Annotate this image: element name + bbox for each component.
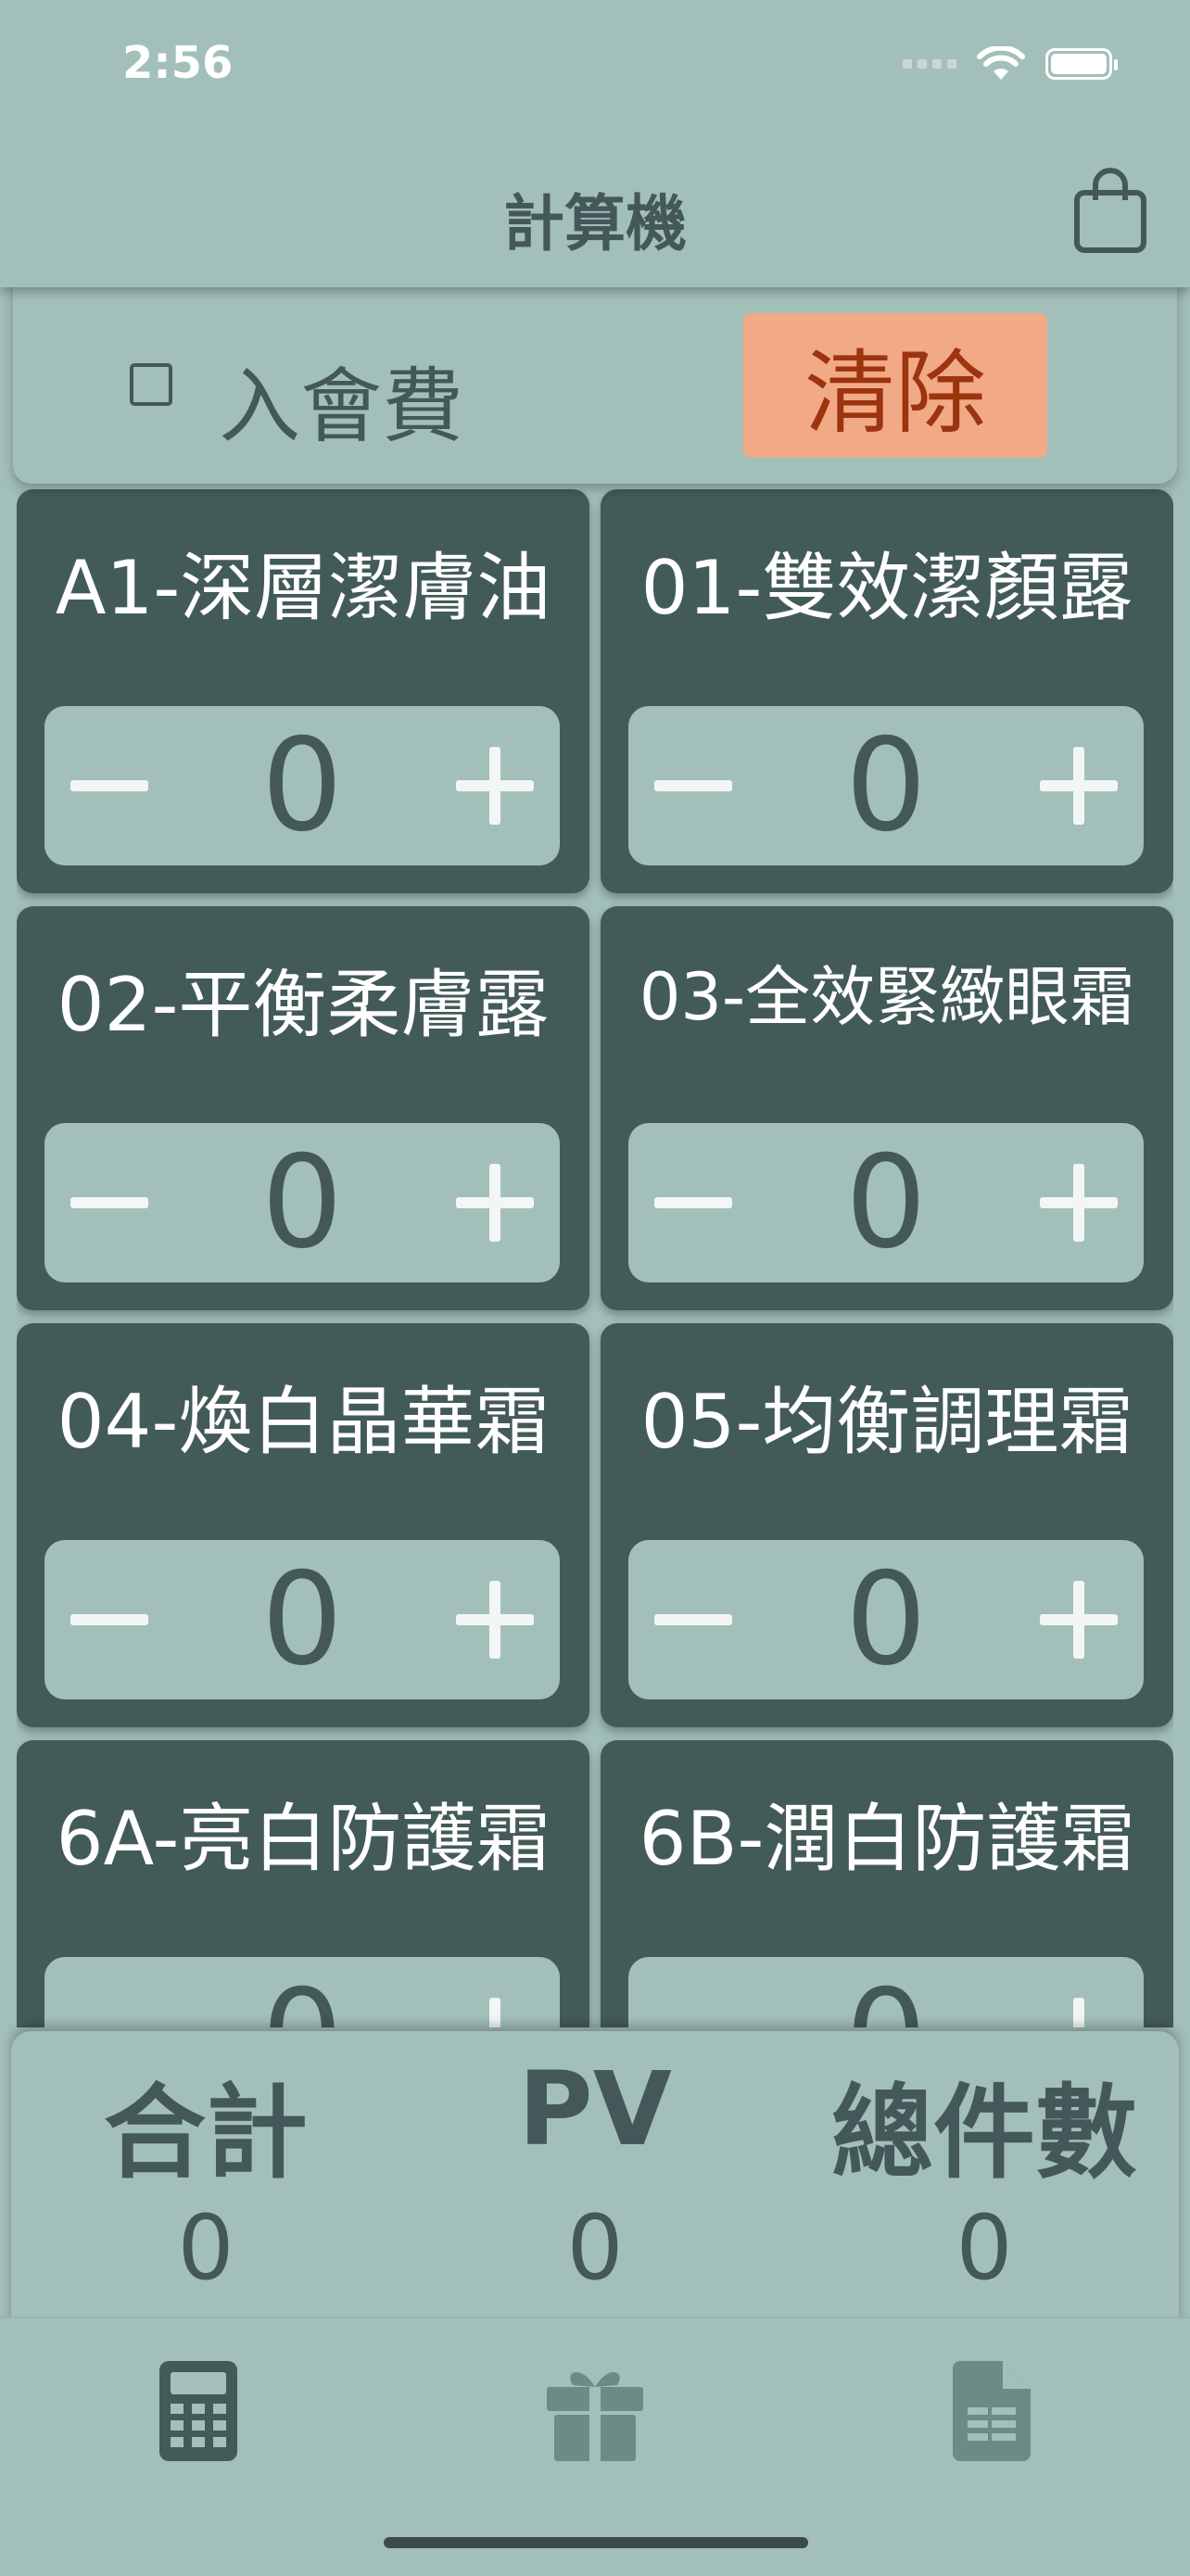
plus-icon[interactable]: [456, 1164, 534, 1242]
quantity-stepper: 0: [44, 1957, 560, 2027]
plus-icon[interactable]: [456, 1581, 534, 1659]
tab-gift[interactable]: [397, 2346, 793, 2476]
shopping-bag-icon[interactable]: [1073, 167, 1147, 254]
total-count-label: 總件數: [831, 2074, 1137, 2192]
product-name: 6A-亮白防護霜: [56, 1796, 551, 1882]
page-title: 計算機: [503, 188, 687, 259]
product-card: 03-全效緊緻眼霜 0: [601, 906, 1173, 1310]
status-time: 2:56: [122, 37, 234, 89]
wifi-icon: [977, 46, 1025, 80]
tab-document[interactable]: [793, 2346, 1190, 2476]
product-name: 04-煥白晶華霜: [57, 1379, 550, 1465]
total-count-value: 0: [956, 2196, 1013, 2300]
product-name: 01-雙效潔顏露: [640, 545, 1133, 631]
product-name: 02-平衡柔膚露: [57, 962, 550, 1048]
total-amount-label: 合計: [104, 2074, 308, 2192]
quantity-stepper: 0: [628, 706, 1144, 865]
product-name: 6B-潤白防護霜: [639, 1796, 1135, 1882]
total-amount-value: 0: [177, 2196, 234, 2300]
plus-icon[interactable]: [1040, 747, 1118, 825]
membership-fee-label: 入會費: [219, 359, 464, 454]
plus-icon[interactable]: [456, 747, 534, 825]
product-card: 02-平衡柔膚露 0: [17, 906, 589, 1310]
plus-icon[interactable]: [1040, 1581, 1118, 1659]
tab-calculator[interactable]: [0, 2346, 397, 2476]
document-icon: [953, 2361, 1031, 2461]
cellular-signal-icon: [903, 59, 956, 69]
quantity-stepper: 0: [628, 1123, 1144, 1282]
plus-icon[interactable]: [1040, 1164, 1118, 1242]
app-header: 2:56 計算機: [0, 0, 1190, 287]
plus-icon[interactable]: [1040, 1998, 1118, 2027]
product-name: 03-全效緊緻眼霜: [639, 959, 1135, 1035]
quantity-stepper: 0: [44, 1540, 560, 1699]
product-grid: A1-深層潔膚油 0 01-雙效潔顏露 0 02-平衡柔膚露 0 03-全效緊緻…: [17, 489, 1173, 2027]
product-card: 01-雙效潔顏露 0: [601, 489, 1173, 893]
membership-panel: 入會費 清除: [13, 278, 1177, 484]
membership-fee-checkbox[interactable]: [130, 363, 172, 406]
totals-panel: 合計 0 PV 0 總件數 0: [11, 2031, 1179, 2346]
status-icons: [903, 46, 1118, 82]
product-name: A1-深層潔膚油: [55, 545, 551, 631]
quantity-stepper: 0: [44, 1123, 560, 1282]
product-card: A1-深層潔膚油 0: [17, 489, 589, 893]
quantity-stepper: 0: [628, 1957, 1144, 2027]
product-card: 6A-亮白防護霜 0: [17, 1740, 589, 2027]
calculator-icon: [159, 2361, 237, 2461]
total-pv-value: 0: [566, 2196, 624, 2300]
home-indicator[interactable]: [384, 2537, 808, 2548]
plus-icon[interactable]: [456, 1998, 534, 2027]
product-name: 05-均衡調理霜: [640, 1379, 1133, 1465]
product-card: 04-煥白晶華霜 0: [17, 1323, 589, 1727]
product-card: 6B-潤白防護霜 0: [601, 1740, 1173, 2027]
product-card: 05-均衡調理霜 0: [601, 1323, 1173, 1727]
quantity-stepper: 0: [44, 706, 560, 865]
quantity-stepper: 0: [628, 1540, 1144, 1699]
total-pv-label: PV: [518, 2050, 672, 2168]
battery-icon: [1045, 48, 1118, 80]
gift-icon: [547, 2371, 643, 2461]
clear-button[interactable]: 清除: [743, 313, 1047, 458]
